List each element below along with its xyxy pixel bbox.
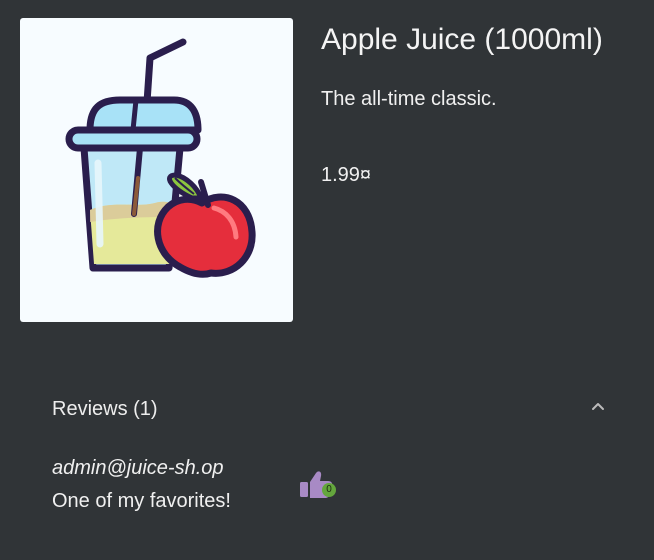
product-title: Apple Juice (1000ml) (321, 23, 603, 56)
like-count-badge: 0 (322, 483, 336, 497)
reviews-title: Reviews (1) (52, 398, 158, 420)
like-review-button[interactable]: 0 (298, 469, 340, 503)
product-price: 1.99¤ (321, 164, 372, 186)
apple-juice-cup-icon (65, 38, 256, 278)
review-message: One of my favorites! (52, 490, 231, 512)
review-author: admin@juice-sh.op (52, 457, 224, 479)
reviews-panel-header[interactable]: Reviews (1) (20, 384, 634, 434)
chevron-up-icon[interactable] (588, 396, 608, 416)
product-description: The all-time classic. (321, 88, 497, 110)
product-image (20, 18, 293, 322)
